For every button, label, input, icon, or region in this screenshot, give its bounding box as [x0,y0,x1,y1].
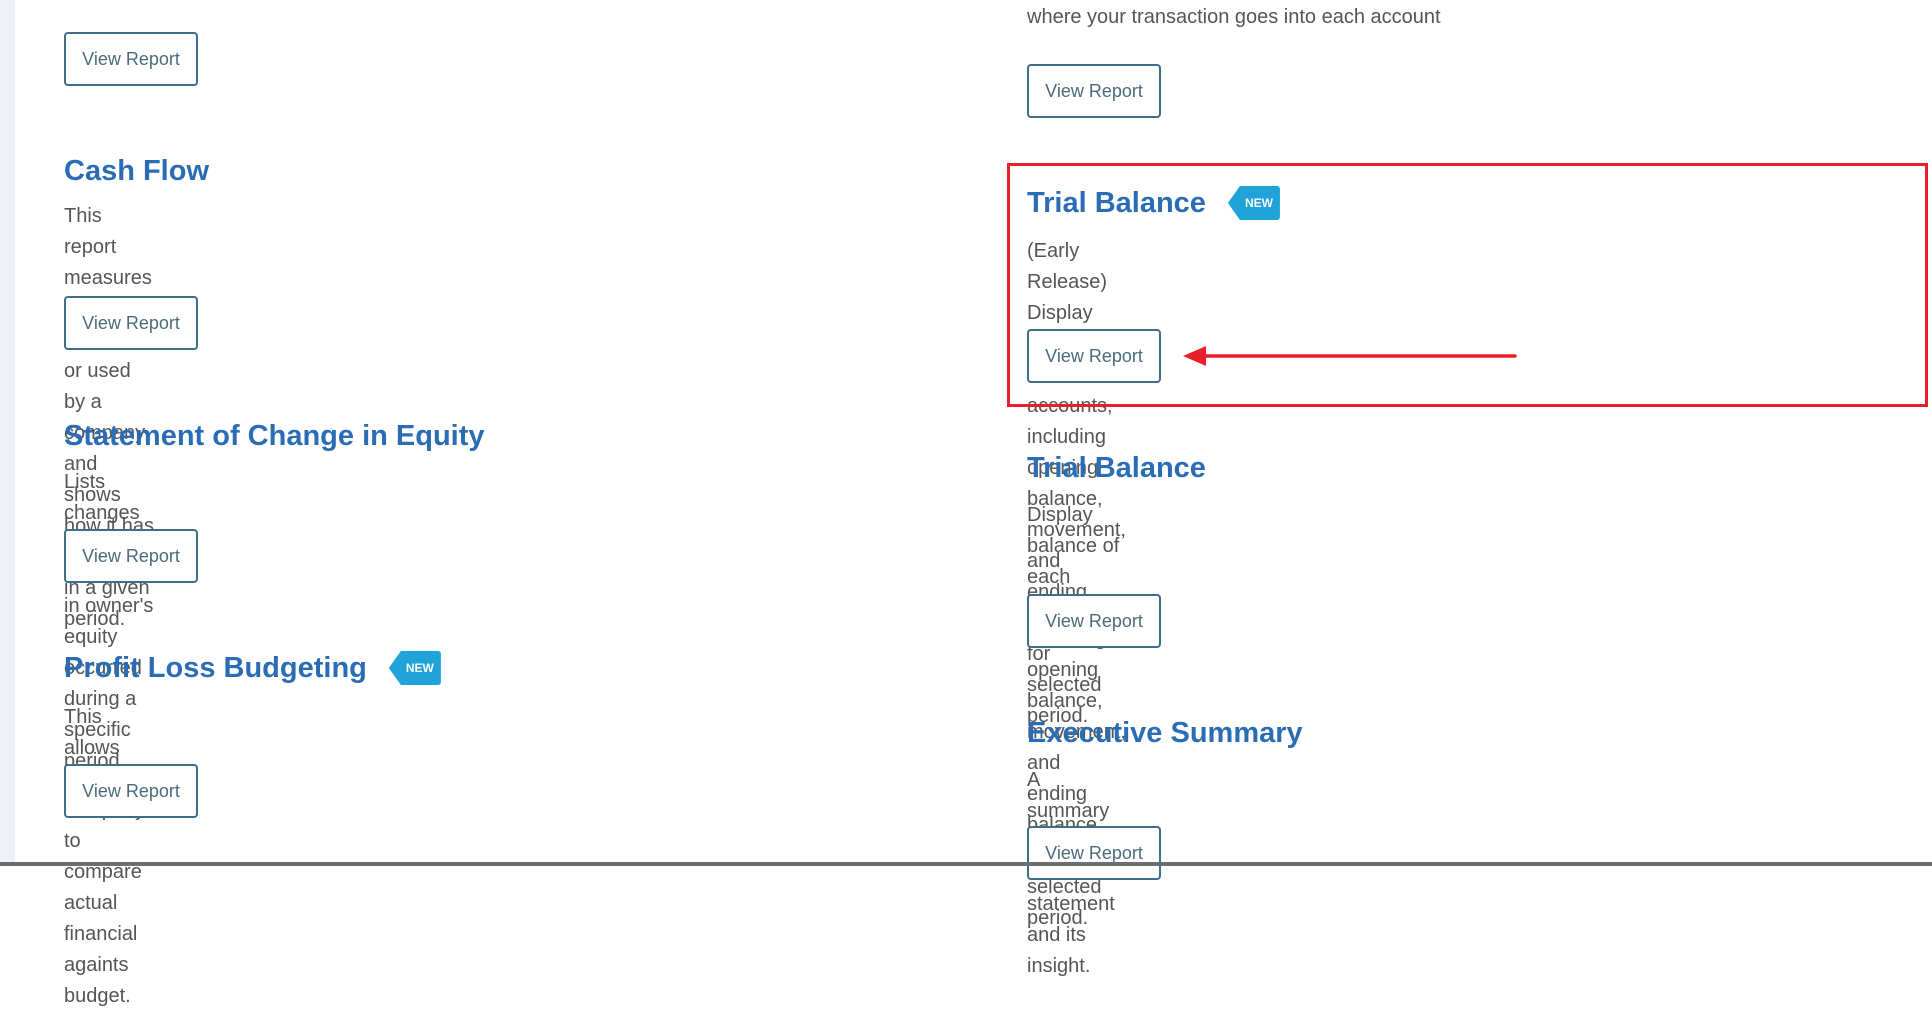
report-title-text[interactable]: Executive Summary [1027,716,1303,750]
view-report-button-trial-balance-early-release[interactable]: View Report [1027,329,1161,383]
report-title-text[interactable]: Trial Balance [1027,451,1206,485]
report-title[interactable]: Cash Flow [64,154,209,188]
annotation-arrow-icon [1183,346,1517,366]
report-title[interactable]: Trial Balance NEW [1027,186,1280,220]
new-badge: NEW [1227,186,1280,220]
report-title[interactable]: Statement of Change in Equity [64,419,485,453]
report-title-text[interactable]: Profit Loss Budgeting [64,651,367,685]
description-line: This allows the company to compare actua… [64,706,145,1007]
report-description: This allows the company to compare actua… [64,702,145,1012]
report-title-text[interactable]: Trial Balance [1027,186,1206,220]
view-report-button-top-left[interactable]: View Report [64,32,198,86]
report-title[interactable]: Executive Summary [1027,716,1303,750]
view-report-button-profit-loss-budgeting[interactable]: View Report [64,764,198,818]
report-title-text[interactable]: Statement of Change in Equity [64,419,485,453]
view-report-button-trial-balance[interactable]: View Report [1027,594,1161,648]
window-bottom-border [0,862,1932,866]
report-title[interactable]: Profit Loss Budgeting NEW [64,651,441,685]
view-report-button-top-right[interactable]: View Report [1027,64,1161,118]
report-title[interactable]: Trial Balance [1027,451,1206,485]
view-report-button-statement-of-change-in-equity[interactable]: View Report [64,529,198,583]
left-sidebar-edge [0,0,15,866]
report-description-cut-off: where your transaction goes into each ac… [1027,6,1441,28]
new-badge: NEW [388,651,441,685]
report-title-text[interactable]: Cash Flow [64,154,209,188]
arrow-head [1183,346,1206,366]
view-report-button-executive-summary[interactable]: View Report [1027,826,1161,880]
view-report-button-cash-flow[interactable]: View Report [64,296,198,350]
